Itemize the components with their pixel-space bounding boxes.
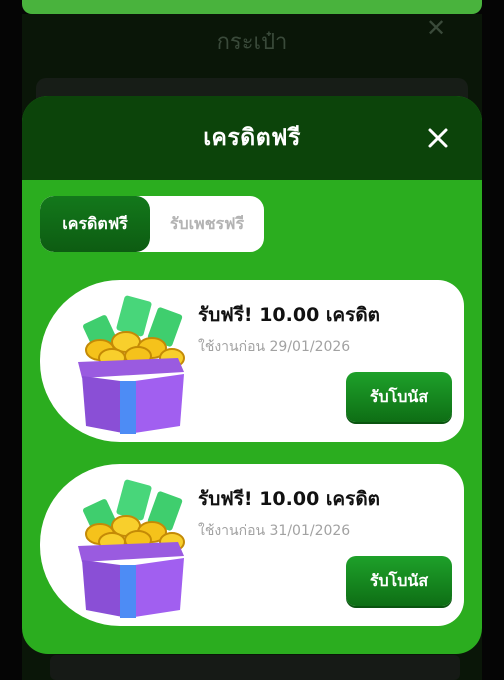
claim-bonus-button[interactable]: รับโบนัส <box>346 372 452 422</box>
offer-title: รับฟรี! 10.00 เครดิต <box>198 304 381 326</box>
offer-expiry: ใช้งานก่อน 31/01/2026 <box>198 523 351 539</box>
claim-bonus-button[interactable]: รับโบนัส <box>346 556 452 606</box>
offer-card: รับฟรี! 10.00 เครดิต ใช้งานก่อน 29/01/20… <box>40 280 464 442</box>
offer-title: รับฟรี! 10.00 เครดิต <box>198 488 381 510</box>
gift-box-icon <box>60 474 192 622</box>
free-credit-modal: เครดิตฟรี เครดิตฟรี รับเพชรฟรี รับฟรี! 1… <box>22 96 482 654</box>
modal-header: เครดิตฟรี <box>22 96 482 180</box>
credit-tabs: เครดิตฟรี รับเพชรฟรี <box>40 196 264 252</box>
close-icon[interactable] <box>424 124 452 152</box>
gift-box-icon <box>60 290 192 438</box>
background-top-bar <box>22 0 482 14</box>
offer-expiry: ใช้งานก่อน 29/01/2026 <box>198 339 351 355</box>
tab-free-credit[interactable]: เครดิตฟรี <box>40 196 150 252</box>
tab-free-diamonds[interactable]: รับเพชรฟรี <box>150 196 264 252</box>
background-close-icon: ✕ <box>425 14 447 42</box>
offer-card: รับฟรี! 10.00 เครดิต ใช้งานก่อน 31/01/20… <box>40 464 464 626</box>
background-wallet-title: กระเป๋า <box>216 29 288 55</box>
background-footer <box>50 655 460 680</box>
modal-title: เครดิตฟรี <box>203 125 301 151</box>
